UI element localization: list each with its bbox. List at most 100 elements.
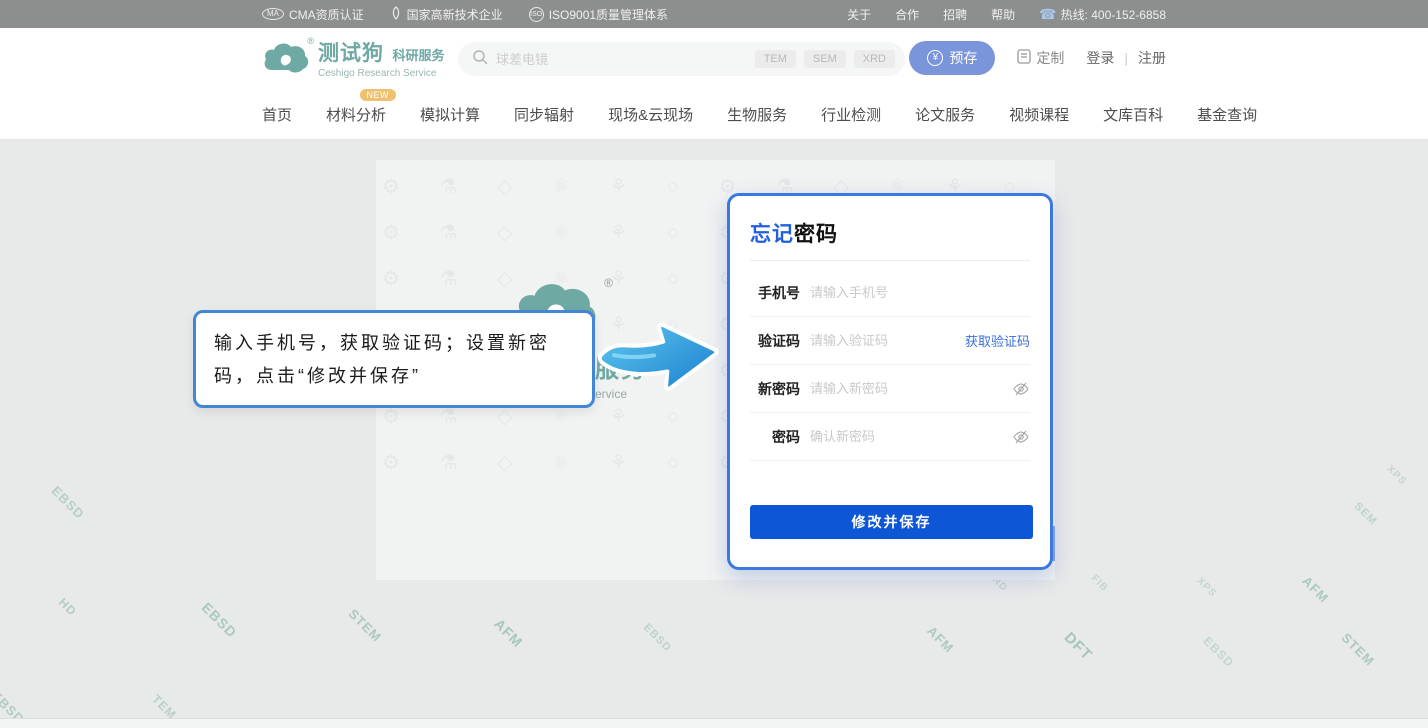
topbar-link-about[interactable]: 关于 <box>847 6 871 23</box>
iso-badge-label: ISO9001质量管理体系 <box>549 6 668 23</box>
bg-label: DFT <box>1061 629 1096 664</box>
login-register-separator: | <box>1124 50 1128 66</box>
nav-item-synchrotron[interactable]: 同步辐射 <box>514 104 574 125</box>
topbar-link-help[interactable]: 帮助 <box>991 6 1015 23</box>
cma-badge: MA CMA资质认证 <box>262 6 364 23</box>
custom-label: 定制 <box>1036 48 1064 68</box>
nav-item-simulation[interactable]: 模拟计算 <box>420 104 480 125</box>
hot-tag-tem[interactable]: TEM <box>755 50 796 68</box>
new-badge: NEW <box>360 89 397 101</box>
bg-label: AFM <box>491 616 526 651</box>
new-password-field-label: 新密码 <box>750 379 800 399</box>
hightech-badge: 国家高新技术企业 <box>390 6 503 23</box>
bg-label: FIB <box>1089 573 1110 594</box>
code-field-label: 验证码 <box>750 331 800 351</box>
logo-text: 测试狗 科研服务 Ceshigo Research Service <box>318 37 444 79</box>
hotline-number: 热线: 400-152-6858 <box>1061 8 1166 22</box>
header-actions: ¥ 预存 定制 登录 | 注册 <box>909 41 1166 75</box>
bg-label: STEM <box>1339 630 1378 669</box>
topbar-link-cooperation[interactable]: 合作 <box>895 6 919 23</box>
watermark-registered-mark: ® <box>604 276 613 290</box>
bg-label: EBSD <box>641 622 674 655</box>
cma-badge-label: CMA资质认证 <box>289 6 364 23</box>
arrow-right-icon <box>593 304 725 403</box>
new-password-input[interactable] <box>810 381 1012 396</box>
hot-search-tags: TEM SEM XRD <box>755 50 895 68</box>
certification-badges: MA CMA资质认证 国家高新技术企业 ISO ISO9001质量管理体系 <box>262 6 668 23</box>
register-link[interactable]: 注册 <box>1138 48 1166 68</box>
brand-name: 测试狗 <box>318 42 384 65</box>
modal-title: 忘记密码 <box>750 218 1030 248</box>
forgot-password-modal: 忘记密码 手机号 验证码 获取验证码 新密码 密码 修改并保存 <box>727 193 1053 570</box>
phone-field-row: 手机号 <box>750 269 1030 317</box>
code-input[interactable] <box>810 333 965 348</box>
instruction-callout: 输入手机号，获取验证码；设置新密码，点击“修改并保存” <box>193 310 595 408</box>
main-content: HD EBSD STEM AFM EBSD AFM DFT EBSD STEM … <box>0 140 1428 728</box>
bg-label: EBSD <box>199 599 241 641</box>
bg-label: EBSD <box>1201 634 1237 670</box>
topbar-links: 关于 合作 招聘 帮助 ☎ 热线: 400-152-6858 <box>847 6 1166 23</box>
eye-off-icon[interactable] <box>1012 428 1030 446</box>
hot-tag-xrd[interactable]: XRD <box>854 50 895 68</box>
nav-item-library[interactable]: 文库百科 <box>1103 104 1163 125</box>
hightech-badge-label: 国家高新技术企业 <box>407 6 503 23</box>
phone-field-label: 手机号 <box>750 283 800 303</box>
nav-item-paper-services[interactable]: 论文服务 <box>915 104 975 125</box>
login-link[interactable]: 登录 <box>1086 48 1114 68</box>
bg-label: STEM <box>346 606 385 645</box>
eye-off-icon[interactable] <box>1012 380 1030 398</box>
modal-title-rest: 密码 <box>794 223 838 246</box>
custom-button[interactable]: 定制 <box>1017 48 1064 68</box>
bg-label: XPS <box>1384 463 1408 487</box>
bg-label: AFM <box>924 623 957 656</box>
nav-item-video-courses[interactable]: 视频课程 <box>1009 104 1069 125</box>
confirm-password-field-row: 密码 <box>750 413 1030 461</box>
phone-icon: ☎ <box>1039 6 1056 22</box>
modal-title-highlight: 忘记 <box>750 223 794 246</box>
nav-item-material-analysis[interactable]: 材料分析 NEW <box>326 104 386 125</box>
prepay-icon: ¥ <box>927 50 943 66</box>
search-icon <box>472 49 488 70</box>
search-bar: TEM SEM XRD <box>458 42 905 76</box>
confirm-password-input[interactable] <box>810 429 1012 444</box>
footer-edge <box>0 718 1428 728</box>
phone-input[interactable] <box>810 285 1030 300</box>
confirm-password-field-label: 密码 <box>750 427 800 447</box>
bg-label: SEM <box>1352 500 1379 527</box>
topbar: MA CMA资质认证 国家高新技术企业 ISO ISO9001质量管理体系 关于… <box>0 0 1428 28</box>
registered-mark: ® <box>307 36 314 46</box>
new-password-field-row: 新密码 <box>750 365 1030 413</box>
nav-item-fund-search[interactable]: 基金查询 <box>1197 104 1257 125</box>
nav-item-material-analysis-label: 材料分析 <box>326 107 386 124</box>
logo-cloud-icon: ® <box>262 40 310 76</box>
bg-label: HD <box>56 595 80 619</box>
iso-icon: ISO <box>529 7 544 22</box>
bg-label: EBSD <box>49 483 88 522</box>
iso-badge: ISO ISO9001质量管理体系 <box>529 6 668 23</box>
instruction-text: 输入手机号，获取验证码；设置新密码，点击“修改并保存” <box>214 327 574 394</box>
nav-item-home[interactable]: 首页 <box>262 104 292 125</box>
brand-tagline: Ceshigo Research Service <box>318 68 444 79</box>
nav-item-onsite[interactable]: 现场&云现场 <box>608 104 693 125</box>
topbar-link-jobs[interactable]: 招聘 <box>943 6 967 23</box>
bg-label: XPS <box>1194 575 1218 599</box>
bg-label: AFM <box>1299 573 1332 606</box>
code-field-row: 验证码 获取验证码 <box>750 317 1030 365</box>
document-icon <box>1017 49 1031 67</box>
nav-item-bio-services[interactable]: 生物服务 <box>727 104 787 125</box>
get-code-link[interactable]: 获取验证码 <box>965 331 1030 350</box>
site-logo[interactable]: ® 测试狗 科研服务 Ceshigo Research Service <box>262 37 444 79</box>
search-input[interactable] <box>496 52 755 67</box>
prepay-button[interactable]: ¥ 预存 <box>909 41 995 75</box>
prepay-label: 预存 <box>949 48 977 68</box>
cma-icon: MA <box>262 8 284 20</box>
save-password-button[interactable]: 修改并保存 <box>750 505 1033 539</box>
modal-divider <box>750 260 1030 261</box>
login-register: 登录 | 注册 <box>1086 48 1166 68</box>
nav-item-industry-testing[interactable]: 行业检测 <box>821 104 881 125</box>
leaf-icon <box>390 6 402 23</box>
brand-sub: 科研服务 <box>392 48 444 63</box>
header: ® 测试狗 科研服务 Ceshigo Research Service TEM … <box>0 28 1428 90</box>
main-nav: 首页 材料分析 NEW 模拟计算 同步辐射 现场&云现场 生物服务 行业检测 论… <box>0 90 1428 140</box>
hot-tag-sem[interactable]: SEM <box>804 50 846 68</box>
